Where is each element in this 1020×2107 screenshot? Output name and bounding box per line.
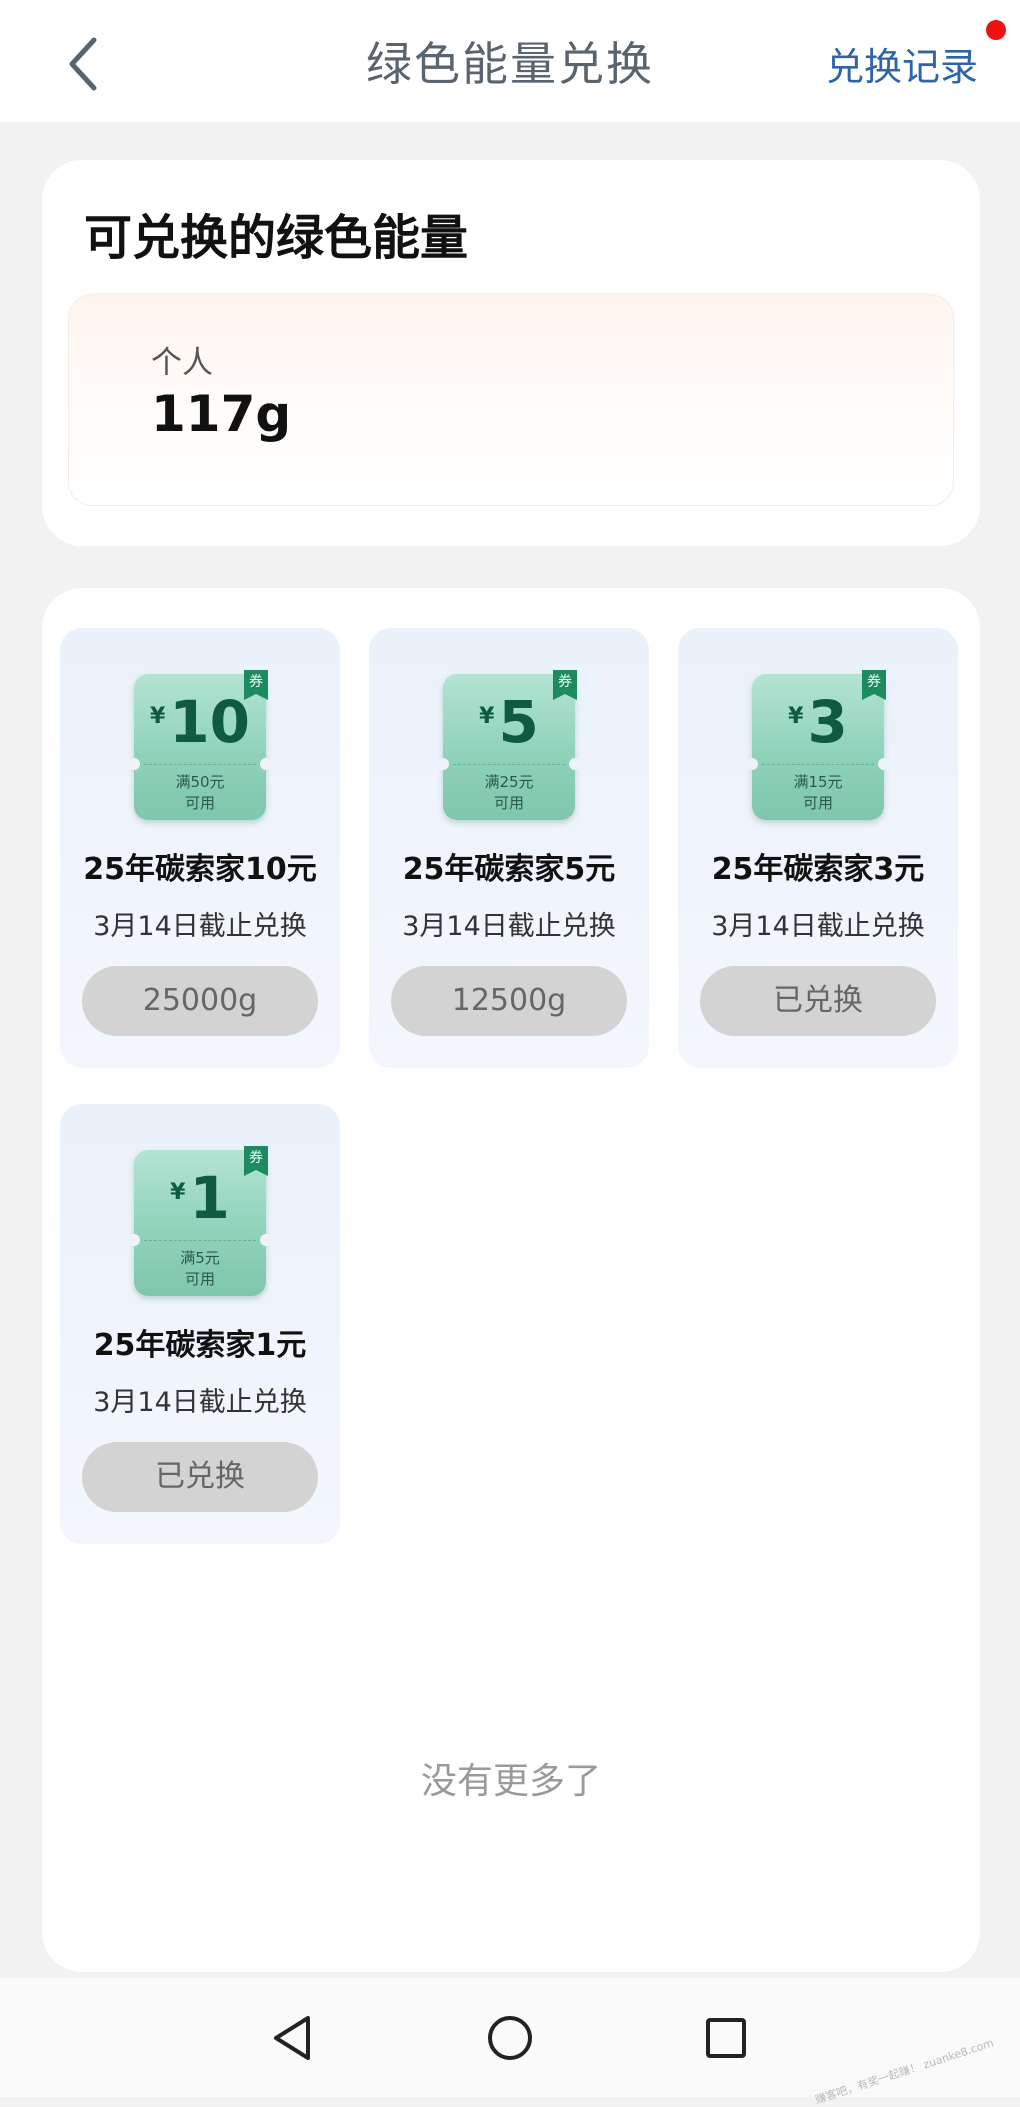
circle-home-icon <box>488 2016 532 2060</box>
coupon-deadline: 3月14日截止兑换 <box>93 1387 307 1418</box>
ticket-divider <box>762 764 874 765</box>
coupon-condition-min: 满25元 <box>484 773 534 791</box>
coupon-condition-usable: 可用 <box>493 794 524 812</box>
coupon-condition-usable: 可用 <box>184 794 215 812</box>
coupon-condition: 满50元可用 <box>134 772 266 814</box>
redeemed-button[interactable]: 已兑换 <box>82 1442 318 1512</box>
redeemed-button[interactable]: 已兑换 <box>700 966 936 1036</box>
coupon-deadline: 3月14日截止兑换 <box>711 911 925 942</box>
energy-balance-box: 个人 117g <box>68 294 954 506</box>
coupon-amount: ¥3 <box>752 692 884 752</box>
coupon-amount: ¥10 <box>134 692 266 752</box>
coupon-deadline: 3月14日截止兑换 <box>402 911 616 942</box>
coupon-card: 券 ¥5 满25元 可用 25年碳索家5元 3月14日截止兑换 12500g <box>369 628 649 1068</box>
energy-label: 个人 <box>151 345 213 381</box>
coupon-amount-number: 1 <box>189 1164 230 1232</box>
coupon-amount-number: 3 <box>807 688 848 756</box>
coupon-deadline: 3月14日截止兑换 <box>93 911 307 942</box>
watermark: 赚客吧，有奖一起赚！ zuanke8.com <box>814 2036 996 2107</box>
coupon-condition-min: 满15元 <box>793 773 843 791</box>
coupon-condition-min: 满5元 <box>180 1249 220 1267</box>
coupon-ticket-icon: 券 ¥10 满50元 可用 <box>128 670 272 820</box>
coupon-amount-number: 5 <box>498 688 539 756</box>
coupon-title: 25年碳索家1元 <box>93 1328 307 1363</box>
coupon-title: 25年碳索家10元 <box>83 852 317 887</box>
system-nav-bar: 赚客吧，有奖一起赚！ zuanke8.com <box>0 1978 1020 2107</box>
coupon-title: 25年碳索家3元 <box>711 852 925 887</box>
exchange-record-link[interactable]: 兑换记录 <box>826 36 978 91</box>
coupon-condition: 满25元可用 <box>443 772 575 814</box>
ticket-divider <box>453 764 565 765</box>
coupon-card: 券 ¥3 满15元 可用 25年碳索家3元 3月14日截止兑换 已兑换 <box>678 628 958 1068</box>
energy-value: 117g <box>151 385 292 443</box>
coupon-condition-usable: 可用 <box>184 1270 215 1288</box>
redeem-button[interactable]: 25000g <box>82 966 318 1036</box>
coupon-condition-min: 满50元 <box>175 773 225 791</box>
ticket-divider <box>144 1240 256 1241</box>
triangle-back-icon <box>274 2016 310 2060</box>
energy-section-title: 可兑换的绿色能量 <box>84 210 469 266</box>
yen-symbol: ¥ <box>149 704 166 729</box>
nav-recents-button[interactable] <box>696 2008 756 2068</box>
coupon-ticket-icon: 券 ¥3 满15元 可用 <box>746 670 890 820</box>
coupon-condition-usable: 可用 <box>802 794 833 812</box>
coupon-amount-number: 10 <box>169 688 251 756</box>
redeem-button[interactable]: 12500g <box>391 966 627 1036</box>
coupon-card: 券 ¥1 满5元 可用 25年碳索家1元 3月14日截止兑换 已兑换 <box>60 1104 340 1544</box>
list-end-text: 没有更多了 <box>420 1761 601 1802</box>
coupon-amount: ¥1 <box>134 1168 266 1228</box>
coupon-list-panel: 券 ¥10 满50元 可用 25年碳索家10元 3月14日截止兑换 25000g … <box>42 588 980 1972</box>
coupon-ticket-icon: 券 ¥5 满25元 可用 <box>437 670 581 820</box>
nav-home-button[interactable] <box>480 2008 540 2068</box>
coupon-ticket-icon: 券 ¥1 满5元 可用 <box>128 1146 272 1296</box>
energy-card: 可兑换的绿色能量 个人 117g <box>42 160 980 546</box>
notification-dot <box>986 20 1006 40</box>
coupon-amount: ¥5 <box>443 692 575 752</box>
coupon-condition: 满15元可用 <box>752 772 884 814</box>
yen-symbol: ¥ <box>479 704 495 729</box>
top-app-bar: 绿色能量兑换 兑换记录 <box>0 0 1020 122</box>
yen-symbol: ¥ <box>788 704 804 729</box>
coupon-condition: 满5元可用 <box>134 1248 266 1290</box>
square-recents-icon <box>706 2018 746 2058</box>
coupon-title: 25年碳索家5元 <box>402 852 616 887</box>
coupon-card: 券 ¥10 满50元 可用 25年碳索家10元 3月14日截止兑换 25000g <box>60 628 340 1068</box>
nav-back-button[interactable] <box>262 2008 322 2068</box>
yen-symbol: ¥ <box>170 1180 186 1205</box>
ticket-divider <box>144 764 256 765</box>
